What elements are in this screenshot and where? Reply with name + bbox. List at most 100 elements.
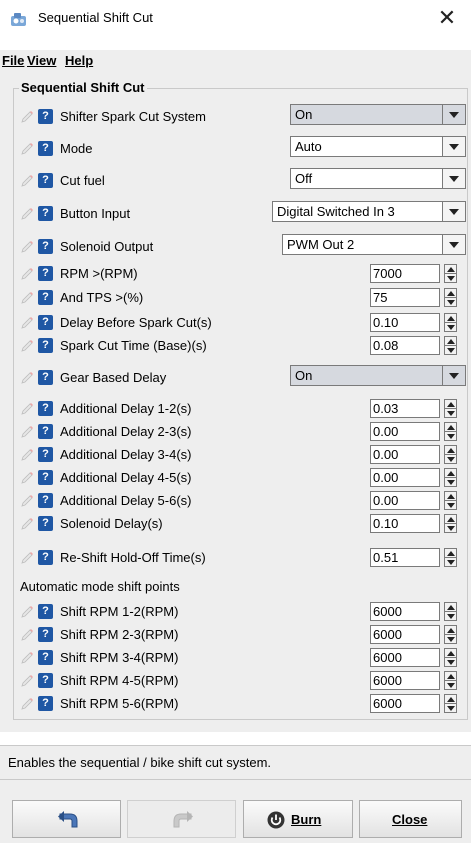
spin-up-icon[interactable] [447, 316, 455, 321]
spin-up-icon[interactable] [447, 471, 455, 476]
spin-buttons[interactable] [444, 602, 457, 621]
chevron-down-icon[interactable] [442, 105, 465, 124]
help-icon[interactable]: ? [38, 206, 53, 221]
spin-up-icon[interactable] [447, 402, 455, 407]
spin-up-icon[interactable] [447, 425, 455, 430]
edit-icon[interactable] [20, 425, 34, 439]
field-1-select[interactable]: Auto [290, 136, 466, 157]
field-2-select[interactable]: Off [290, 168, 466, 189]
edit-icon[interactable] [20, 517, 34, 531]
help-icon[interactable]: ? [38, 650, 53, 665]
edit-icon[interactable] [20, 339, 34, 353]
menu-help[interactable]: Help [65, 53, 93, 68]
spin-down-icon[interactable] [447, 560, 455, 565]
chevron-down-icon[interactable] [442, 169, 465, 188]
edit-icon[interactable] [20, 267, 34, 281]
help-icon[interactable]: ? [38, 447, 53, 462]
edit-icon[interactable] [20, 291, 34, 305]
help-icon[interactable]: ? [38, 604, 53, 619]
edit-icon[interactable] [20, 674, 34, 688]
spin-down-icon[interactable] [447, 457, 455, 462]
edit-icon[interactable] [20, 448, 34, 462]
spin-up-icon[interactable] [447, 628, 455, 633]
spin-down-icon[interactable] [447, 480, 455, 485]
spin-up-icon[interactable] [447, 267, 455, 272]
spin-up-icon[interactable] [447, 651, 455, 656]
edit-icon[interactable] [20, 240, 34, 254]
shift-point-2-input[interactable]: 6000 [370, 648, 440, 667]
spin-down-icon[interactable] [447, 325, 455, 330]
spin-buttons[interactable] [444, 671, 457, 690]
undo-button[interactable] [12, 800, 121, 838]
field-5-spinner[interactable]: 7000 [370, 264, 466, 283]
spin-buttons[interactable] [444, 468, 457, 487]
spin-down-icon[interactable] [447, 526, 455, 531]
field-14-input[interactable]: 0.00 [370, 491, 440, 510]
spin-up-icon[interactable] [447, 494, 455, 499]
field-7-spinner[interactable]: 0.10 [370, 313, 466, 332]
help-icon[interactable]: ? [38, 370, 53, 385]
shift-point-1-spinner[interactable]: 6000 [370, 625, 466, 644]
field-15-input[interactable]: 0.10 [370, 514, 440, 533]
help-icon[interactable]: ? [38, 290, 53, 305]
spin-up-icon[interactable] [447, 339, 455, 344]
edit-icon[interactable] [20, 494, 34, 508]
chevron-down-icon[interactable] [442, 137, 465, 156]
menu-file[interactable]: File [2, 53, 24, 68]
edit-icon[interactable] [20, 651, 34, 665]
shift-point-1-input[interactable]: 6000 [370, 625, 440, 644]
field-16-input[interactable]: 0.51 [370, 548, 440, 567]
spin-up-icon[interactable] [447, 605, 455, 610]
shift-point-2-spinner[interactable]: 6000 [370, 648, 466, 667]
field-5-input[interactable]: 7000 [370, 264, 440, 283]
field-11-spinner[interactable]: 0.00 [370, 422, 466, 441]
edit-icon[interactable] [20, 207, 34, 221]
edit-icon[interactable] [20, 471, 34, 485]
field-16-spinner[interactable]: 0.51 [370, 548, 466, 567]
field-4-select[interactable]: PWM Out 2 [282, 234, 466, 255]
help-icon[interactable]: ? [38, 401, 53, 416]
spin-down-icon[interactable] [447, 300, 455, 305]
edit-icon[interactable] [20, 142, 34, 156]
help-icon[interactable]: ? [38, 424, 53, 439]
chevron-down-icon[interactable] [442, 202, 465, 221]
spin-up-icon[interactable] [447, 517, 455, 522]
field-14-spinner[interactable]: 0.00 [370, 491, 466, 510]
field-0-select[interactable]: On [290, 104, 466, 125]
shift-point-4-input[interactable]: 6000 [370, 694, 440, 713]
spin-buttons[interactable] [444, 625, 457, 644]
help-icon[interactable]: ? [38, 550, 53, 565]
spin-buttons[interactable] [444, 288, 457, 307]
field-13-spinner[interactable]: 0.00 [370, 468, 466, 487]
field-8-input[interactable]: 0.08 [370, 336, 440, 355]
shift-point-3-spinner[interactable]: 6000 [370, 671, 466, 690]
spin-down-icon[interactable] [447, 434, 455, 439]
spin-down-icon[interactable] [447, 637, 455, 642]
spin-down-icon[interactable] [447, 614, 455, 619]
spin-down-icon[interactable] [447, 276, 455, 281]
spin-buttons[interactable] [444, 313, 457, 332]
spin-buttons[interactable] [444, 422, 457, 441]
help-icon[interactable]: ? [38, 696, 53, 711]
spin-down-icon[interactable] [447, 660, 455, 665]
spin-up-icon[interactable] [447, 291, 455, 296]
spin-buttons[interactable] [444, 264, 457, 283]
spin-down-icon[interactable] [447, 706, 455, 711]
edit-icon[interactable] [20, 402, 34, 416]
field-9-select[interactable]: On [290, 365, 466, 386]
field-3-select[interactable]: Digital Switched In 3 [272, 201, 466, 222]
field-12-input[interactable]: 0.00 [370, 445, 440, 464]
spin-buttons[interactable] [444, 336, 457, 355]
spin-buttons[interactable] [444, 694, 457, 713]
spin-buttons[interactable] [444, 548, 457, 567]
spin-buttons[interactable] [444, 514, 457, 533]
help-icon[interactable]: ? [38, 627, 53, 642]
chevron-down-icon[interactable] [442, 366, 465, 385]
field-11-input[interactable]: 0.00 [370, 422, 440, 441]
help-icon[interactable]: ? [38, 173, 53, 188]
burn-button[interactable]: Burn [243, 800, 353, 838]
shift-point-0-input[interactable]: 6000 [370, 602, 440, 621]
spin-down-icon[interactable] [447, 411, 455, 416]
edit-icon[interactable] [20, 174, 34, 188]
spin-down-icon[interactable] [447, 503, 455, 508]
